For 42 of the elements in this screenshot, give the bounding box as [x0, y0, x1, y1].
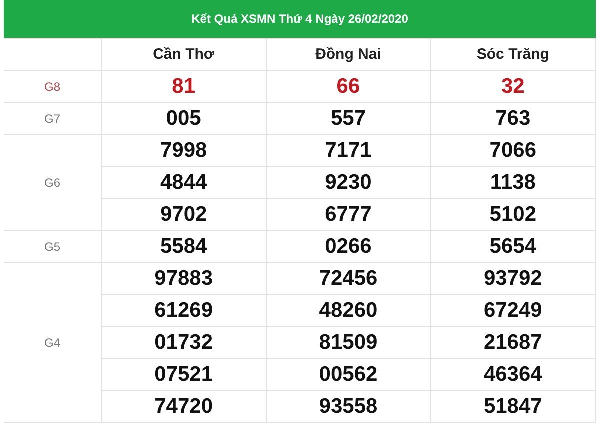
- result-number: 6777: [266, 198, 431, 230]
- result-number: 7998: [102, 134, 266, 166]
- result-number: 763: [430, 102, 596, 134]
- result-number: 46364: [430, 358, 596, 390]
- result-number: 0266: [266, 230, 431, 262]
- result-number: 51847: [430, 390, 596, 422]
- result-number: 4844: [102, 166, 266, 198]
- result-number: 5584: [102, 230, 266, 262]
- result-number: 66: [266, 70, 431, 102]
- result-number: 07521: [102, 358, 266, 390]
- result-number: 21687: [430, 326, 596, 358]
- result-number: 00562: [266, 358, 431, 390]
- result-number: 48260: [266, 294, 431, 326]
- prize-label: G4: [4, 262, 102, 422]
- prize-label: G8: [4, 70, 102, 102]
- result-number: 5102: [430, 198, 596, 230]
- result-number: 1138: [430, 166, 596, 198]
- results-title: Kết Quả XSMN Thứ 4 Ngày 26/02/2020: [4, 0, 596, 38]
- result-number: 557: [266, 102, 431, 134]
- prize-label: G6: [4, 134, 102, 230]
- result-number: 32: [430, 70, 596, 102]
- result-number: 81: [102, 70, 266, 102]
- result-number: 7066: [430, 134, 596, 166]
- result-number: 93558: [266, 390, 431, 422]
- result-number: 61269: [102, 294, 266, 326]
- result-number: 01732: [102, 326, 266, 358]
- result-number: 005: [102, 102, 266, 134]
- result-number: 9702: [102, 198, 266, 230]
- result-number: 67249: [430, 294, 596, 326]
- province-header: Sóc Trăng: [430, 38, 596, 70]
- prize-label: G7: [4, 102, 102, 134]
- result-number: 93792: [430, 262, 596, 294]
- result-number: 74720: [102, 390, 266, 422]
- province-header: Đồng Nai: [266, 38, 431, 70]
- result-number: 97883: [102, 262, 266, 294]
- result-number: 72456: [266, 262, 431, 294]
- result-number: 9230: [266, 166, 431, 198]
- result-number: 5654: [430, 230, 596, 262]
- result-number: 81509: [266, 326, 431, 358]
- province-header: Cần Thơ: [102, 38, 266, 70]
- result-number: 7171: [266, 134, 431, 166]
- prize-label: G5: [4, 230, 102, 262]
